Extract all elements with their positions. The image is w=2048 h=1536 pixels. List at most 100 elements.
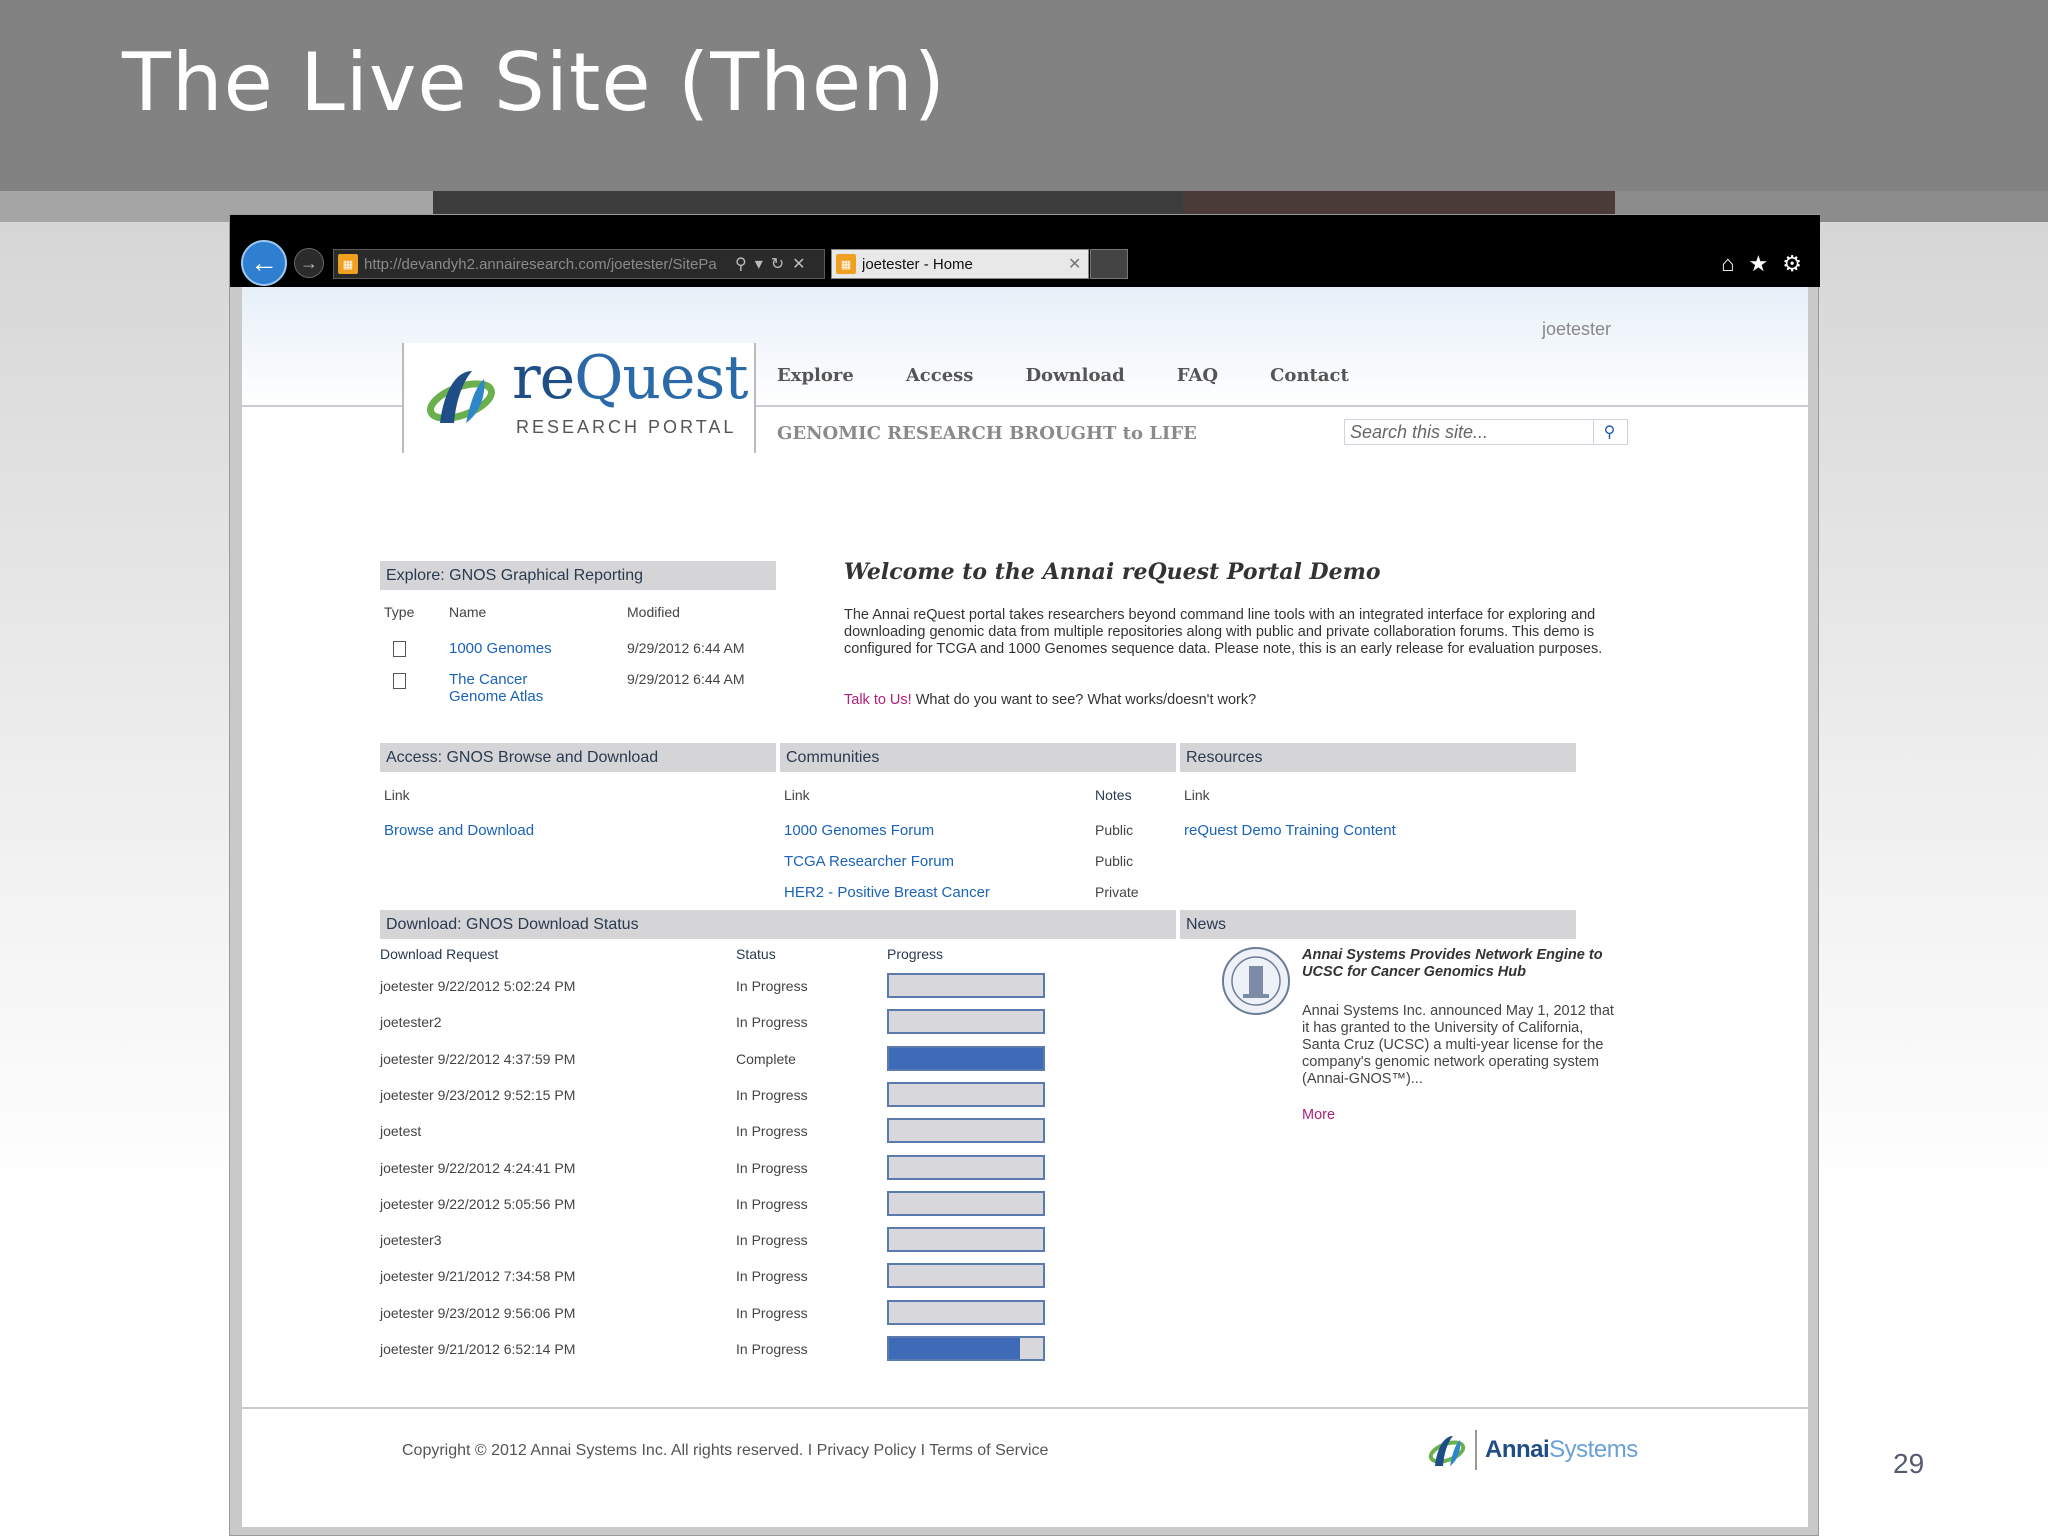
dropdown-icon[interactable]: ▾: [755, 254, 763, 274]
explore-link-tcga-line2[interactable]: Genome Atlas: [449, 688, 543, 705]
download-status: In Progress: [736, 1014, 808, 1030]
forward-button[interactable]: →: [294, 248, 324, 278]
main-navigation: Explore Access Download FAQ Contact: [777, 365, 1349, 386]
tab-close-icon[interactable]: ✕: [1068, 254, 1081, 274]
download-status: Complete: [736, 1051, 796, 1067]
community-link-tcga[interactable]: TCGA Researcher Forum: [784, 853, 954, 870]
annai-logo-icon: [1428, 1436, 1466, 1466]
news-more-link[interactable]: More: [1302, 1107, 1335, 1123]
explore-link-tcga[interactable]: The Cancer: [449, 671, 527, 688]
progress-bar-fill: [889, 1338, 1020, 1359]
slide-header: The Live Site (Then): [0, 0, 2048, 191]
progress-bar: [887, 1155, 1045, 1180]
slide-number: 29: [1893, 1448, 1925, 1479]
new-tab-button[interactable]: [1090, 249, 1128, 279]
column-header-notes: Notes: [1095, 787, 1132, 803]
logo-wordmark: reQuest: [512, 343, 748, 413]
address-bar[interactable]: ▦ http://devandyh2.annairesearch.com/joe…: [333, 249, 825, 279]
download-request: joetester 9/22/2012 5:02:24 PM: [380, 978, 576, 994]
logo-separator: [1475, 1430, 1477, 1470]
progress-bar: [887, 1082, 1045, 1107]
download-status: In Progress: [736, 1123, 808, 1139]
talk-to-us: Talk to Us! What do you want to see? Wha…: [844, 692, 1257, 708]
download-request: joetester2: [380, 1014, 442, 1030]
training-content-link[interactable]: reQuest Demo Training Content: [1184, 822, 1396, 839]
download-status: In Progress: [736, 1196, 808, 1212]
favorites-star-icon[interactable]: ★: [1749, 251, 1769, 277]
back-button[interactable]: ←: [241, 240, 287, 286]
download-status: In Progress: [736, 1087, 808, 1103]
tab-favicon: ▦: [836, 254, 856, 274]
browser-screenshot: ← → ▦ http://devandyh2.annairesearch.com…: [229, 214, 1820, 1536]
download-request: joetester 9/22/2012 4:24:41 PM: [380, 1160, 576, 1176]
download-request: joetester 9/22/2012 4:37:59 PM: [380, 1051, 576, 1067]
download-request: joetester3: [380, 1232, 442, 1248]
settings-gear-icon[interactable]: ⚙: [1782, 251, 1802, 277]
document-icon: [393, 673, 406, 689]
tab-title: joetester - Home: [862, 255, 973, 273]
user-menu[interactable]: joetester: [1542, 319, 1611, 340]
progress-bar: [887, 1191, 1045, 1216]
resources-panel-heading: Resources: [1180, 743, 1576, 772]
search-icon[interactable]: ⚲: [1593, 420, 1625, 444]
download-status: In Progress: [736, 978, 808, 994]
forward-arrow-icon: →: [300, 252, 318, 273]
column-header-progress: Progress: [887, 946, 944, 962]
slide-title: The Live Site (Then): [122, 36, 946, 129]
communities-panel-heading: Communities: [780, 743, 1176, 772]
explore-link-1000-genomes[interactable]: 1000 Genomes: [449, 640, 552, 657]
nav-download[interactable]: Download: [1025, 365, 1124, 386]
annai-systems-logo[interactable]: AnnaiSystems: [1427, 1430, 1638, 1470]
column-header-name: Name: [449, 604, 487, 620]
nav-contact[interactable]: Contact: [1270, 365, 1349, 386]
download-status: In Progress: [736, 1341, 808, 1357]
web-page: joetester reQuest RESEARCH PORTAL Explor…: [242, 287, 1808, 1527]
download-request: joetest: [380, 1123, 422, 1139]
progress-bar: [887, 1336, 1045, 1361]
download-request: joetester 9/21/2012 7:34:58 PM: [380, 1268, 576, 1284]
community-note: Public: [1095, 853, 1134, 869]
nav-access[interactable]: Access: [906, 365, 974, 386]
column-header-download-request: Download Request: [380, 946, 499, 962]
site-logo[interactable]: reQuest RESEARCH PORTAL: [402, 343, 756, 453]
modified-date: 9/29/2012 6:44 AM: [627, 671, 745, 687]
progress-bar: [887, 973, 1045, 998]
browser-tab[interactable]: ▦ joetester - Home ✕: [831, 249, 1089, 279]
document-icon: [393, 641, 406, 657]
news-headline[interactable]: Annai Systems Provides Network Engine to…: [1302, 947, 1612, 981]
search-box: ⚲: [1344, 419, 1628, 445]
browser-tools: ⌂ ★ ⚙: [1721, 251, 1802, 277]
url-text[interactable]: http://devandyh2.annairesearch.com/joete…: [364, 256, 729, 273]
back-arrow-icon: ←: [250, 247, 278, 278]
search-input[interactable]: [1345, 421, 1593, 443]
download-status: In Progress: [736, 1232, 808, 1248]
community-note: Public: [1095, 822, 1134, 838]
home-icon[interactable]: ⌂: [1721, 251, 1734, 277]
uc-seal-icon: [1222, 947, 1290, 1015]
refresh-icon[interactable]: ↻: [771, 254, 784, 274]
news-body: Annai Systems Inc. announced May 1, 2012…: [1302, 1003, 1614, 1087]
progress-bar: [887, 1227, 1045, 1252]
nav-explore[interactable]: Explore: [777, 365, 854, 386]
column-header-link: Link: [384, 787, 410, 803]
modified-date: 9/29/2012 6:44 AM: [627, 640, 745, 656]
browse-and-download-link[interactable]: Browse and Download: [384, 822, 534, 839]
column-header-link: Link: [784, 787, 810, 803]
address-bar-icons: ⚲ ▾ ↻ ✕: [735, 254, 806, 274]
stop-icon[interactable]: ✕: [792, 254, 805, 274]
download-request: joetester 9/22/2012 5:05:56 PM: [380, 1196, 576, 1212]
download-request: joetester 9/23/2012 9:56:06 PM: [380, 1305, 576, 1321]
column-header-type: Type: [384, 604, 415, 620]
request-logo-icon: [427, 371, 495, 423]
community-link-her2[interactable]: HER2 - Positive Breast Cancer: [784, 884, 990, 901]
search-icon[interactable]: ⚲: [735, 254, 747, 274]
community-note: Private: [1095, 884, 1139, 900]
browser-toolbar: ← → ▦ http://devandyh2.annairesearch.com…: [230, 215, 1820, 287]
progress-bar: [887, 1300, 1045, 1325]
column-header-modified: Modified: [627, 604, 680, 620]
talk-to-us-link[interactable]: Talk to Us!: [844, 692, 912, 708]
community-link-1000-genomes[interactable]: 1000 Genomes Forum: [784, 822, 934, 839]
nav-faq[interactable]: FAQ: [1177, 365, 1218, 386]
progress-bar: [887, 1046, 1045, 1071]
welcome-title: Welcome to the Annai reQuest Portal Demo: [844, 559, 1381, 585]
